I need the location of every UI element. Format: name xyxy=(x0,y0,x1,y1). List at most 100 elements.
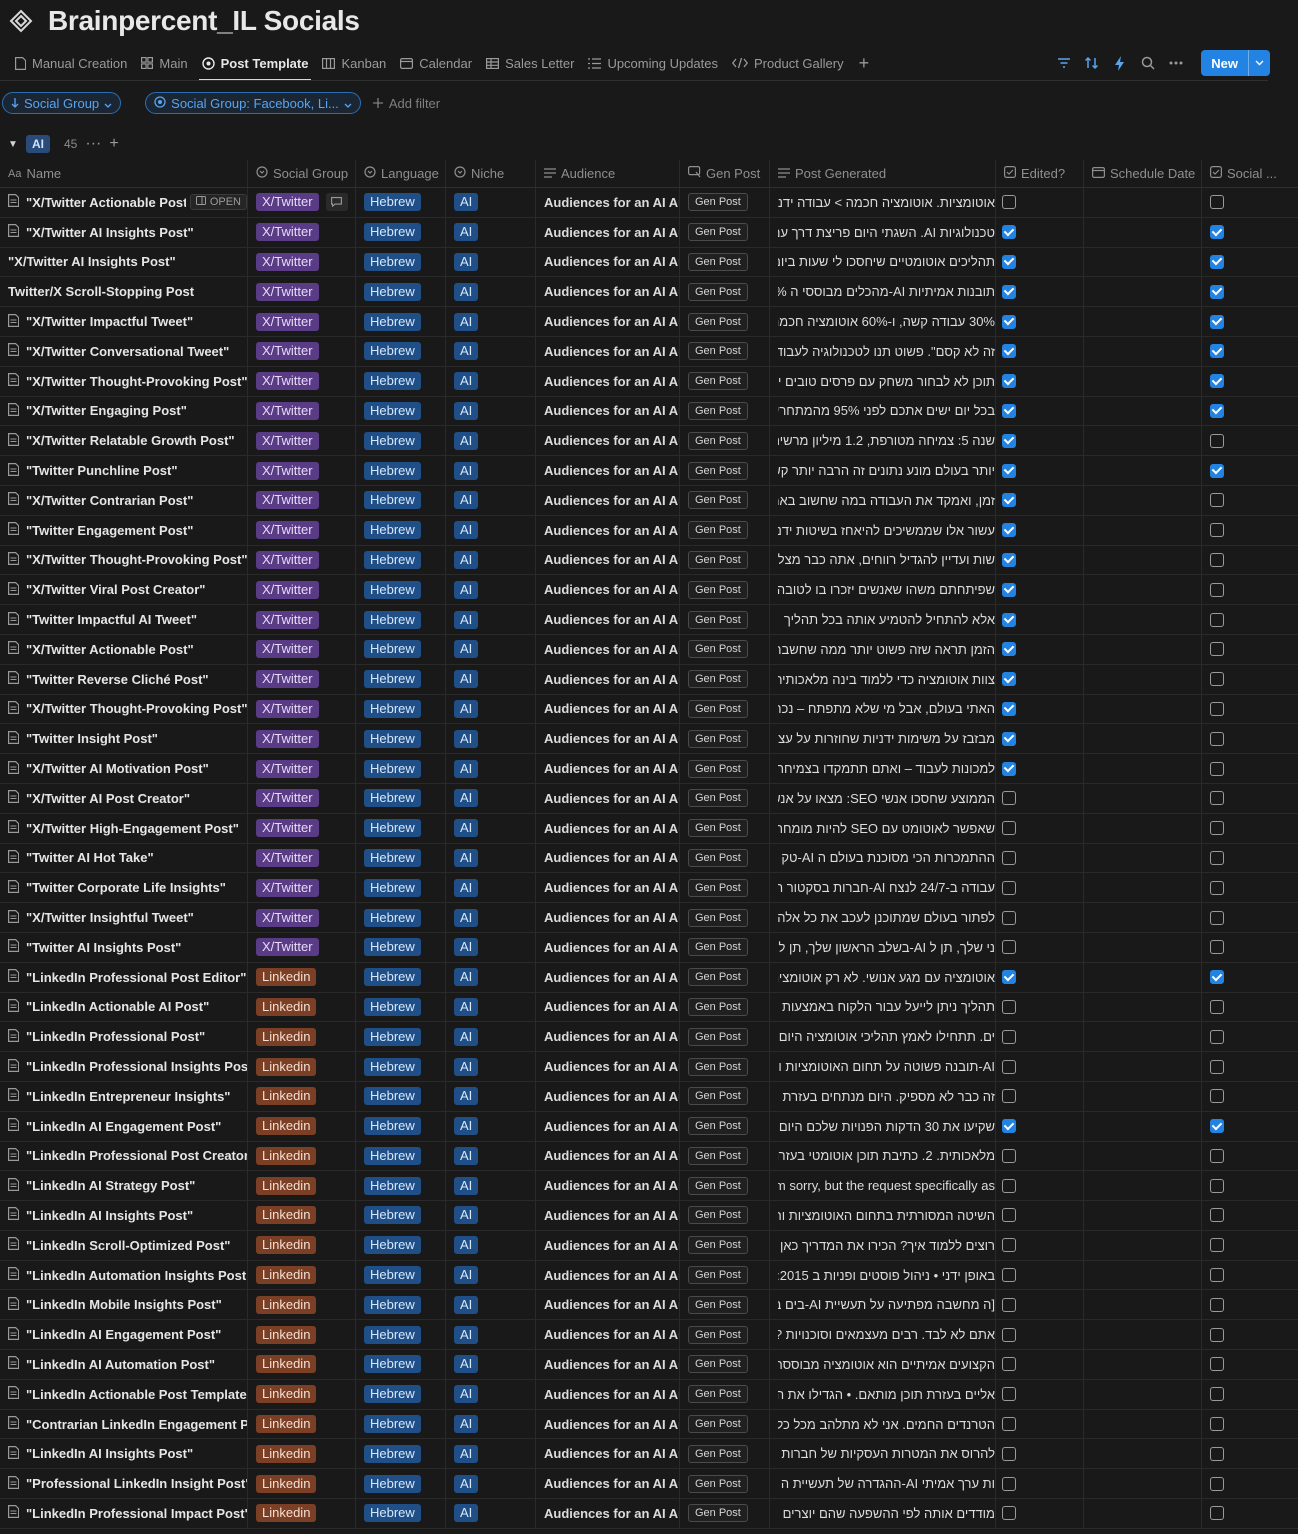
social-posted-checkbox[interactable] xyxy=(1210,523,1224,538)
cell-language[interactable]: Hebrew xyxy=(356,396,446,426)
col-schedule-date[interactable]: Schedule Date xyxy=(1084,160,1202,187)
social-posted-checkbox[interactable] xyxy=(1210,731,1224,746)
cell-name[interactable]: "X/Twitter AI Insights Post" xyxy=(0,217,248,247)
row-name[interactable]: "X/Twitter Actionable Post" xyxy=(26,642,194,657)
chevron-down-icon[interactable] xyxy=(1248,50,1270,76)
cell-niche[interactable]: AI xyxy=(446,1201,536,1230)
tab-upcoming-updates[interactable]: Upcoming Updates xyxy=(581,46,725,80)
gen-post-button[interactable]: Gen Post xyxy=(688,699,748,718)
social-posted-checkbox[interactable] xyxy=(1210,1208,1224,1223)
social-posted-checkbox[interactable] xyxy=(1210,1327,1224,1342)
cell-social-group[interactable]: X/Twitter xyxy=(248,456,356,485)
cell-social-group[interactable]: X/Twitter xyxy=(248,843,356,873)
table-row[interactable]: "X/Twitter Viral Post Creator" X/Twitter H… xyxy=(0,575,1298,606)
cell-schedule-date[interactable] xyxy=(1084,485,1202,515)
row-name[interactable]: "Twitter Engagement Post" xyxy=(26,523,193,538)
cell-name[interactable]: "LinkedIn AI Insights Post" xyxy=(0,1439,248,1469)
row-name[interactable]: "Twitter Corporate Life Insights" xyxy=(26,880,226,895)
table-row[interactable]: "LinkedIn Entrepreneur Insights" Linkedin… xyxy=(0,1081,1298,1112)
cell-audience[interactable]: Audiences for an AI Auto xyxy=(536,1499,680,1528)
row-name[interactable]: "X/Twitter Conversational Tweet" xyxy=(26,344,229,359)
cell-language[interactable]: Hebrew xyxy=(356,1141,446,1171)
cell-audience[interactable]: Audiences for an AI Auto xyxy=(536,545,680,575)
cell-audience[interactable]: Audiences for an AI Auto xyxy=(536,1111,680,1141)
row-name[interactable]: "X/Twitter Insightful Tweet" xyxy=(26,910,194,925)
cell-schedule-date[interactable] xyxy=(1084,992,1202,1022)
row-name[interactable]: "Twitter AI Insights Post" xyxy=(26,940,181,955)
cell-social-group[interactable]: X/Twitter xyxy=(248,426,356,456)
cell-post-generated[interactable]: תוכן לא לבחור משחק עם פרסים טובים יותר xyxy=(770,366,996,396)
cell-post-generated[interactable]: למכונות לעבוד – ואתם תתמקדו בצמיחה xyxy=(770,754,996,783)
cell-schedule-date[interactable] xyxy=(1084,247,1202,277)
row-name[interactable]: "X/Twitter AI Post Creator" xyxy=(26,791,190,806)
edited-checkbox[interactable] xyxy=(1002,374,1016,389)
row-name[interactable]: "Professional LinkedIn Insight Post" xyxy=(26,1476,247,1491)
cell-social-group[interactable]: X/Twitter xyxy=(248,545,356,575)
cell-name[interactable]: "Contrarian LinkedIn Engagement Post" xyxy=(0,1409,248,1439)
cell-niche[interactable]: AI xyxy=(446,307,536,336)
cell-language[interactable]: Hebrew xyxy=(356,992,446,1022)
table-row[interactable]: "LinkedIn Professional Post Creator" Link… xyxy=(0,1141,1298,1172)
table-row[interactable]: "LinkedIn AI Insights Post" Linkedin Hebre… xyxy=(0,1439,1298,1470)
cell-audience[interactable]: Audiences for an AI Auto xyxy=(536,724,680,754)
cell-post-generated[interactable]: אליים בעזרת תוכן מותאם. • הגדילו את ה xyxy=(770,1379,996,1409)
gen-post-button[interactable]: Gen Post xyxy=(688,1057,748,1076)
cell-language[interactable]: Hebrew xyxy=(356,515,446,545)
cell-audience[interactable]: Audiences for an AI Auto xyxy=(536,396,680,426)
table-row[interactable]: "Professional LinkedIn Insight Post" Link… xyxy=(0,1469,1298,1500)
table-row[interactable]: "X/Twitter AI Insights Post" X/Twitter Heb… xyxy=(0,217,1298,248)
cell-niche[interactable]: AI xyxy=(446,754,536,783)
cell-post-generated[interactable]: [ה מחשבה מפתיעה על תעשיית AI-בים ב xyxy=(770,1290,996,1320)
cell-schedule-date[interactable] xyxy=(1084,366,1202,396)
cell-language[interactable]: Hebrew xyxy=(356,277,446,307)
cell-social-group[interactable]: X/Twitter xyxy=(248,277,356,307)
edited-checkbox[interactable] xyxy=(1002,195,1016,210)
cell-name[interactable]: "Twitter Engagement Post" xyxy=(0,515,248,545)
cell-post-generated[interactable]: הטרנדים החמים. אני לא מתלהב מכל כלי xyxy=(770,1409,996,1439)
social-posted-checkbox[interactable] xyxy=(1210,284,1224,299)
cell-language[interactable]: Hebrew xyxy=(356,366,446,396)
edited-checkbox[interactable] xyxy=(1002,1059,1016,1074)
gen-post-button[interactable]: Gen Post xyxy=(688,550,748,569)
cell-language[interactable]: Hebrew xyxy=(356,575,446,605)
cell-schedule-date[interactable] xyxy=(1084,515,1202,545)
row-name[interactable]: "LinkedIn AI Engagement Post" xyxy=(26,1327,221,1342)
row-name[interactable]: "LinkedIn Actionable Post Template" xyxy=(26,1387,247,1402)
cell-niche[interactable]: AI xyxy=(446,1320,536,1350)
table-row[interactable]: "LinkedIn AI Engagement Post" Linkedin Heb… xyxy=(0,1111,1298,1142)
table-row[interactable]: "X/Twitter Actionable Post" OPEN X/Twitter… xyxy=(0,188,1298,218)
cell-post-generated[interactable]: מודדים אותה לפי ההשפעה שהם יוצרים xyxy=(770,1499,996,1528)
more-icon[interactable] xyxy=(1167,54,1185,72)
cell-audience[interactable]: Audiences for an AI Auto xyxy=(536,1409,680,1439)
table-row[interactable]: "LinkedIn AI Engagement Post" Linkedin Heb… xyxy=(0,1320,1298,1351)
cell-schedule-date[interactable] xyxy=(1084,932,1202,962)
cell-social-group[interactable]: Linkedin xyxy=(248,1230,356,1260)
row-name[interactable]: "Twitter Punchline Post" xyxy=(26,463,178,478)
cell-name[interactable]: "LinkedIn Professional Post" xyxy=(0,1022,248,1052)
gen-post-button[interactable]: Gen Post xyxy=(688,1444,748,1463)
table-row[interactable]: "X/Twitter High-Engagement Post" X/Twitte… xyxy=(0,813,1298,844)
social-posted-checkbox[interactable] xyxy=(1210,403,1224,418)
cell-post-generated[interactable]: תהליכים אוטומטיים שיחסכו לי שעות ביום xyxy=(770,247,996,277)
cell-audience[interactable]: Audiences for an AI Auto xyxy=(536,1290,680,1320)
social-posted-checkbox[interactable] xyxy=(1210,374,1224,389)
sort-icon[interactable] xyxy=(1083,54,1101,72)
cell-niche[interactable]: AI xyxy=(446,1439,536,1469)
row-name[interactable]: "X/Twitter AI Motivation Post" xyxy=(26,761,209,776)
cell-schedule-date[interactable] xyxy=(1084,1111,1202,1141)
cell-schedule-date[interactable] xyxy=(1084,1290,1202,1320)
cell-audience[interactable]: Audiences for an AI Auto xyxy=(536,307,680,336)
cell-language[interactable]: Hebrew xyxy=(356,1171,446,1201)
cell-audience[interactable]: Audiences for an AI Auto xyxy=(536,813,680,843)
edited-checkbox[interactable] xyxy=(1002,850,1016,865)
cell-schedule-date[interactable] xyxy=(1084,1409,1202,1439)
cell-audience[interactable]: Audiences for an AI Auto xyxy=(536,575,680,605)
social-posted-checkbox[interactable] xyxy=(1210,701,1224,716)
gen-post-button[interactable]: Gen Post xyxy=(688,521,748,540)
col-edited[interactable]: Edited? xyxy=(996,160,1084,187)
cell-niche[interactable]: AI xyxy=(446,396,536,426)
table-row[interactable]: "LinkedIn Professional Insights Post" Lin… xyxy=(0,1052,1298,1082)
cell-name[interactable]: "X/Twitter Thought-Provoking Post" xyxy=(0,366,248,396)
edited-checkbox[interactable] xyxy=(1002,791,1016,806)
cell-schedule-date[interactable] xyxy=(1084,1320,1202,1350)
